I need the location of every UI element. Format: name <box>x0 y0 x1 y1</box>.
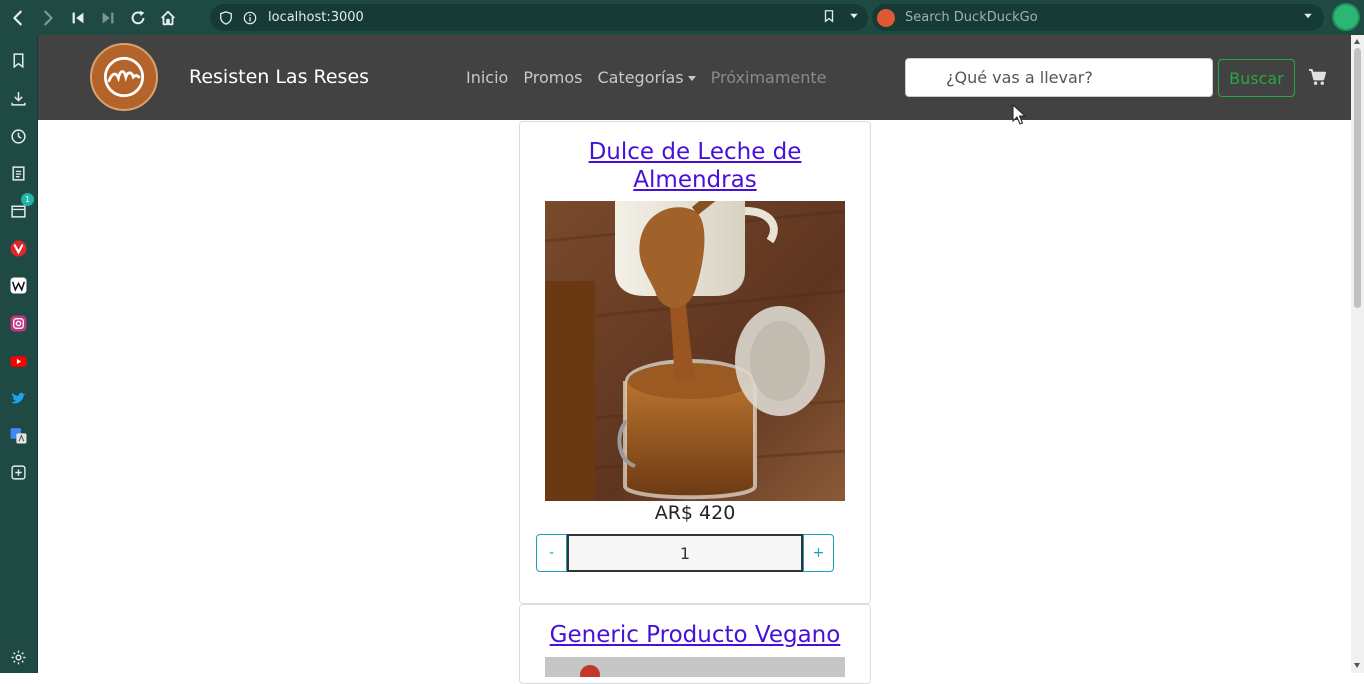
site-navbar: Resisten Las Reses Inicio Promos Categor… <box>38 35 1351 120</box>
home-icon[interactable] <box>153 3 183 33</box>
product-title-link[interactable]: Generic Producto Vegano <box>520 621 870 649</box>
product-title-line[interactable]: Dulce de Leche de <box>520 138 870 166</box>
tabs-icon[interactable]: 1 <box>7 193 34 221</box>
bookmarks-icon[interactable] <box>7 49 29 71</box>
product-search-input[interactable]: ¿Qué vas a llevar? <box>905 58 1213 97</box>
quantity-input[interactable]: 1 <box>567 534 803 572</box>
nav-link-proximamente: Próximamente <box>710 68 827 87</box>
main-nav: Inicio Promos Categorías Próximamente <box>466 68 827 87</box>
search-placeholder: ¿Qué vas a llevar? <box>946 68 1093 87</box>
shopping-cart-icon[interactable] <box>1308 68 1328 88</box>
chevron-down-icon[interactable] <box>1302 10 1314 26</box>
nav-dropdown-label: Categorías <box>597 68 684 87</box>
caret-down-icon <box>687 76 696 81</box>
profile-avatar[interactable] <box>1332 3 1360 31</box>
notification-badge: 1 <box>21 193 34 206</box>
url-text[interactable]: localhost:3000 <box>268 10 364 25</box>
page-scrollbar[interactable] <box>1351 35 1364 673</box>
search-button[interactable]: Buscar <box>1218 59 1295 97</box>
browser-sidebar: 1 <box>0 35 38 673</box>
nav-link-promos[interactable]: Promos <box>523 68 582 87</box>
info-icon[interactable] <box>242 10 258 26</box>
notes-icon[interactable] <box>7 162 29 184</box>
add-panel-icon[interactable] <box>7 461 29 483</box>
increment-button[interactable]: + <box>803 534 834 572</box>
product-card: Dulce de Leche de Almendras AR$ 420 - 1 … <box>519 121 871 604</box>
product-price: AR$ 420 <box>654 502 736 524</box>
rewind-icon[interactable] <box>63 3 93 33</box>
site-logo[interactable] <box>90 43 158 111</box>
fast-forward-icon[interactable] <box>93 3 123 33</box>
mouse-cursor-icon <box>1012 103 1027 130</box>
address-bar[interactable]: localhost:3000 <box>210 4 868 31</box>
product-card: Generic Producto Vegano <box>519 604 871 684</box>
back-icon[interactable] <box>3 3 33 33</box>
scroll-down-icon[interactable] <box>1354 663 1360 668</box>
product-title-line[interactable]: Almendras <box>520 166 870 194</box>
browser-toolbar: localhost:3000 Search DuckDuckGo <box>0 0 1364 35</box>
quantity-stepper: - 1 + <box>536 534 834 572</box>
nav-link-inicio[interactable]: Inicio <box>466 68 508 87</box>
bookmark-icon[interactable] <box>822 9 836 27</box>
chevron-down-icon[interactable] <box>848 10 860 26</box>
browser-search-placeholder: Search DuckDuckGo <box>905 10 1038 25</box>
wikipedia-icon[interactable] <box>7 274 29 296</box>
product-title-link[interactable]: Dulce de Leche de Almendras <box>520 138 870 194</box>
instagram-icon[interactable] <box>7 312 29 334</box>
translate-icon[interactable] <box>7 424 29 446</box>
decrement-button[interactable]: - <box>536 534 567 572</box>
nav-dropdown-categorias[interactable]: Categorías <box>597 68 696 87</box>
youtube-icon[interactable] <box>7 350 29 372</box>
twitter-icon[interactable] <box>7 387 29 409</box>
vivaldi-icon[interactable] <box>7 237 29 259</box>
scrollbar-thumb[interactable] <box>1354 48 1361 308</box>
downloads-icon[interactable] <box>7 87 29 109</box>
shield-icon[interactable] <box>218 10 234 26</box>
product-image[interactable] <box>545 201 845 501</box>
product-image[interactable] <box>545 657 845 677</box>
reload-icon[interactable] <box>123 3 153 33</box>
history-icon[interactable] <box>7 125 29 147</box>
scroll-up-icon[interactable] <box>1354 39 1360 44</box>
settings-gear-icon[interactable] <box>7 646 29 668</box>
site-brand[interactable]: Resisten Las Reses <box>189 66 369 88</box>
duckduckgo-icon <box>877 8 895 27</box>
forward-icon[interactable] <box>33 3 63 33</box>
browser-search-field[interactable]: Search DuckDuckGo <box>872 4 1324 31</box>
